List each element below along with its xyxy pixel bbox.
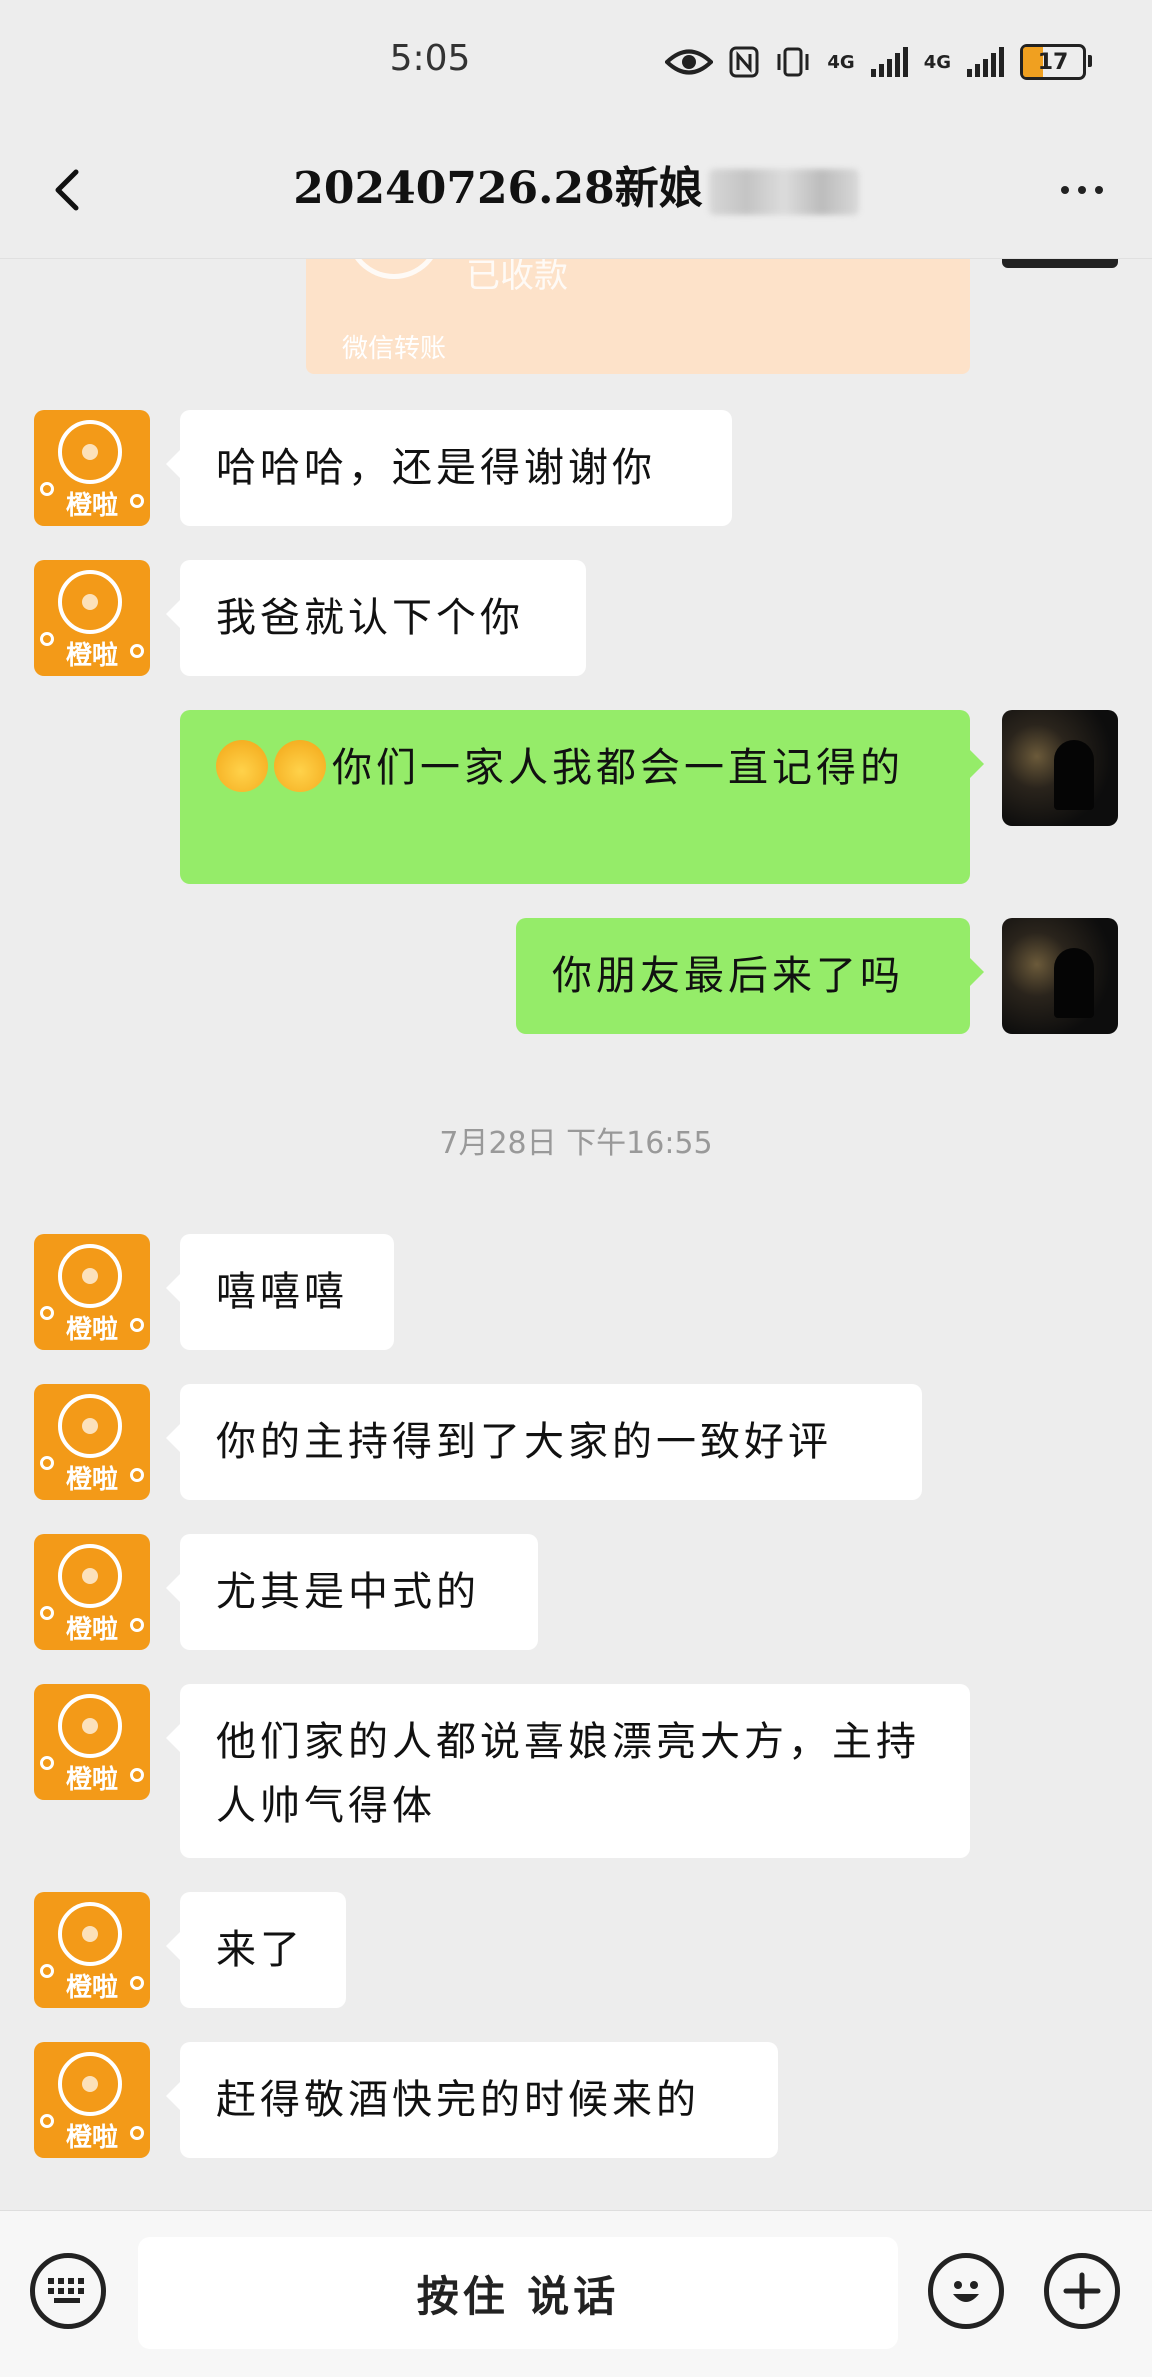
avatar-brand: 橙啦: [65, 491, 118, 521]
avatar-self[interactable]: [1002, 710, 1118, 826]
chat-title: 20240726.28新娘: [0, 152, 1152, 216]
plus-icon[interactable]: [1044, 2253, 1120, 2329]
avatar-brand: 橙啦: [65, 1765, 118, 1795]
message-bubble-outgoing[interactable]: 你朋友最后来了吗: [516, 918, 984, 1034]
transfer-status: 已收款: [466, 258, 568, 296]
avatar-contact[interactable]: 橙啦: [34, 1234, 150, 1350]
message-bubble-incoming[interactable]: 你的主持得到了大家的一致好评: [166, 1384, 922, 1500]
chat-header: 20240726.28新娘: [0, 130, 1152, 259]
transfer-label: 微信转账: [342, 334, 447, 364]
avatar-brand: 橙啦: [65, 1315, 118, 1345]
transfer-card[interactable]: 已收款 微信转账: [306, 258, 970, 374]
battery-icon: 17: [1020, 44, 1092, 80]
avatar-contact[interactable]: 橙啦: [34, 2042, 150, 2158]
message-bubble-incoming[interactable]: 赶得敬酒快完的时候来的: [166, 2042, 778, 2158]
avatar-contact[interactable]: 橙啦: [34, 1384, 150, 1500]
avatar-brand: 橙啦: [65, 1973, 118, 2003]
status-bar: 5:05 4G 4G 17: [0, 0, 1152, 130]
avatar-brand: 橙啦: [65, 1465, 118, 1495]
avatar-contact[interactable]: 橙啦: [34, 1534, 150, 1650]
avatar-self-partial: [1002, 258, 1118, 268]
avatar-brand: 橙啦: [65, 641, 118, 671]
emoji-glyph: [953, 2281, 979, 2302]
network-type-1: 4G: [827, 51, 855, 73]
signal-icon-1: [870, 47, 908, 77]
message-text: 你们一家人我都会一直记得的: [332, 745, 904, 791]
avatar-contact[interactable]: 橙啦: [34, 560, 150, 676]
chat-title-text: 20240726.28新娘: [293, 163, 703, 214]
keyboard-icon[interactable]: [30, 2253, 106, 2329]
received-check-icon: [346, 258, 442, 279]
hold-to-talk-button[interactable]: 按住 说话: [138, 2237, 898, 2349]
message-list[interactable]: 已收款 微信转账 橙啦 哈哈哈，还是得谢谢你 橙啦 我爸就认下个你 你们一家人我…: [0, 258, 1152, 2210]
message-bubble-incoming[interactable]: 来了: [166, 1892, 346, 2008]
avatar-contact[interactable]: 橙啦: [34, 1684, 150, 1800]
message-bubble-incoming[interactable]: 他们家的人都说喜娘漂亮大方，主持人帅气得体: [166, 1684, 970, 1858]
avatar-contact[interactable]: 橙啦: [34, 410, 150, 526]
message-bubble-incoming[interactable]: 尤其是中式的: [166, 1534, 538, 1650]
smile-emoji-icon: [274, 740, 326, 792]
clock: 5:05: [389, 38, 471, 79]
avatar-brand: 橙啦: [65, 1615, 118, 1645]
avatar-brand: 橙啦: [65, 2123, 118, 2153]
network-type-2: 4G: [923, 51, 951, 73]
message-bubble-incoming[interactable]: 哈哈哈，还是得谢谢你: [166, 410, 732, 526]
timestamp: 7月28日 下午16:55: [439, 1126, 713, 1161]
signal-icon-2: [967, 47, 1004, 77]
avatar-contact[interactable]: 橙啦: [34, 1892, 150, 2008]
plus-glyph: [1063, 2272, 1101, 2310]
message-bubble-incoming[interactable]: 嘻嘻嘻: [166, 1234, 394, 1350]
nfc-icon: [729, 46, 759, 78]
status-icons: 4G 4G 17: [665, 44, 1092, 80]
emoji-icon[interactable]: [928, 2253, 1004, 2329]
eye-icon: [665, 49, 714, 75]
redacted-name: [708, 168, 859, 215]
battery-level: 17: [1037, 49, 1069, 75]
input-bar: 按住 说话: [0, 2210, 1152, 2377]
vibrate-icon: [777, 47, 809, 77]
message-bubble-outgoing[interactable]: 你们一家人我都会一直记得的: [180, 710, 984, 884]
more-icon[interactable]: [1052, 170, 1112, 210]
smile-emoji-icon: [216, 740, 268, 792]
keyboard-glyph: [48, 2278, 84, 2303]
avatar-self[interactable]: [1002, 918, 1118, 1034]
message-bubble-incoming[interactable]: 我爸就认下个你: [166, 560, 586, 676]
